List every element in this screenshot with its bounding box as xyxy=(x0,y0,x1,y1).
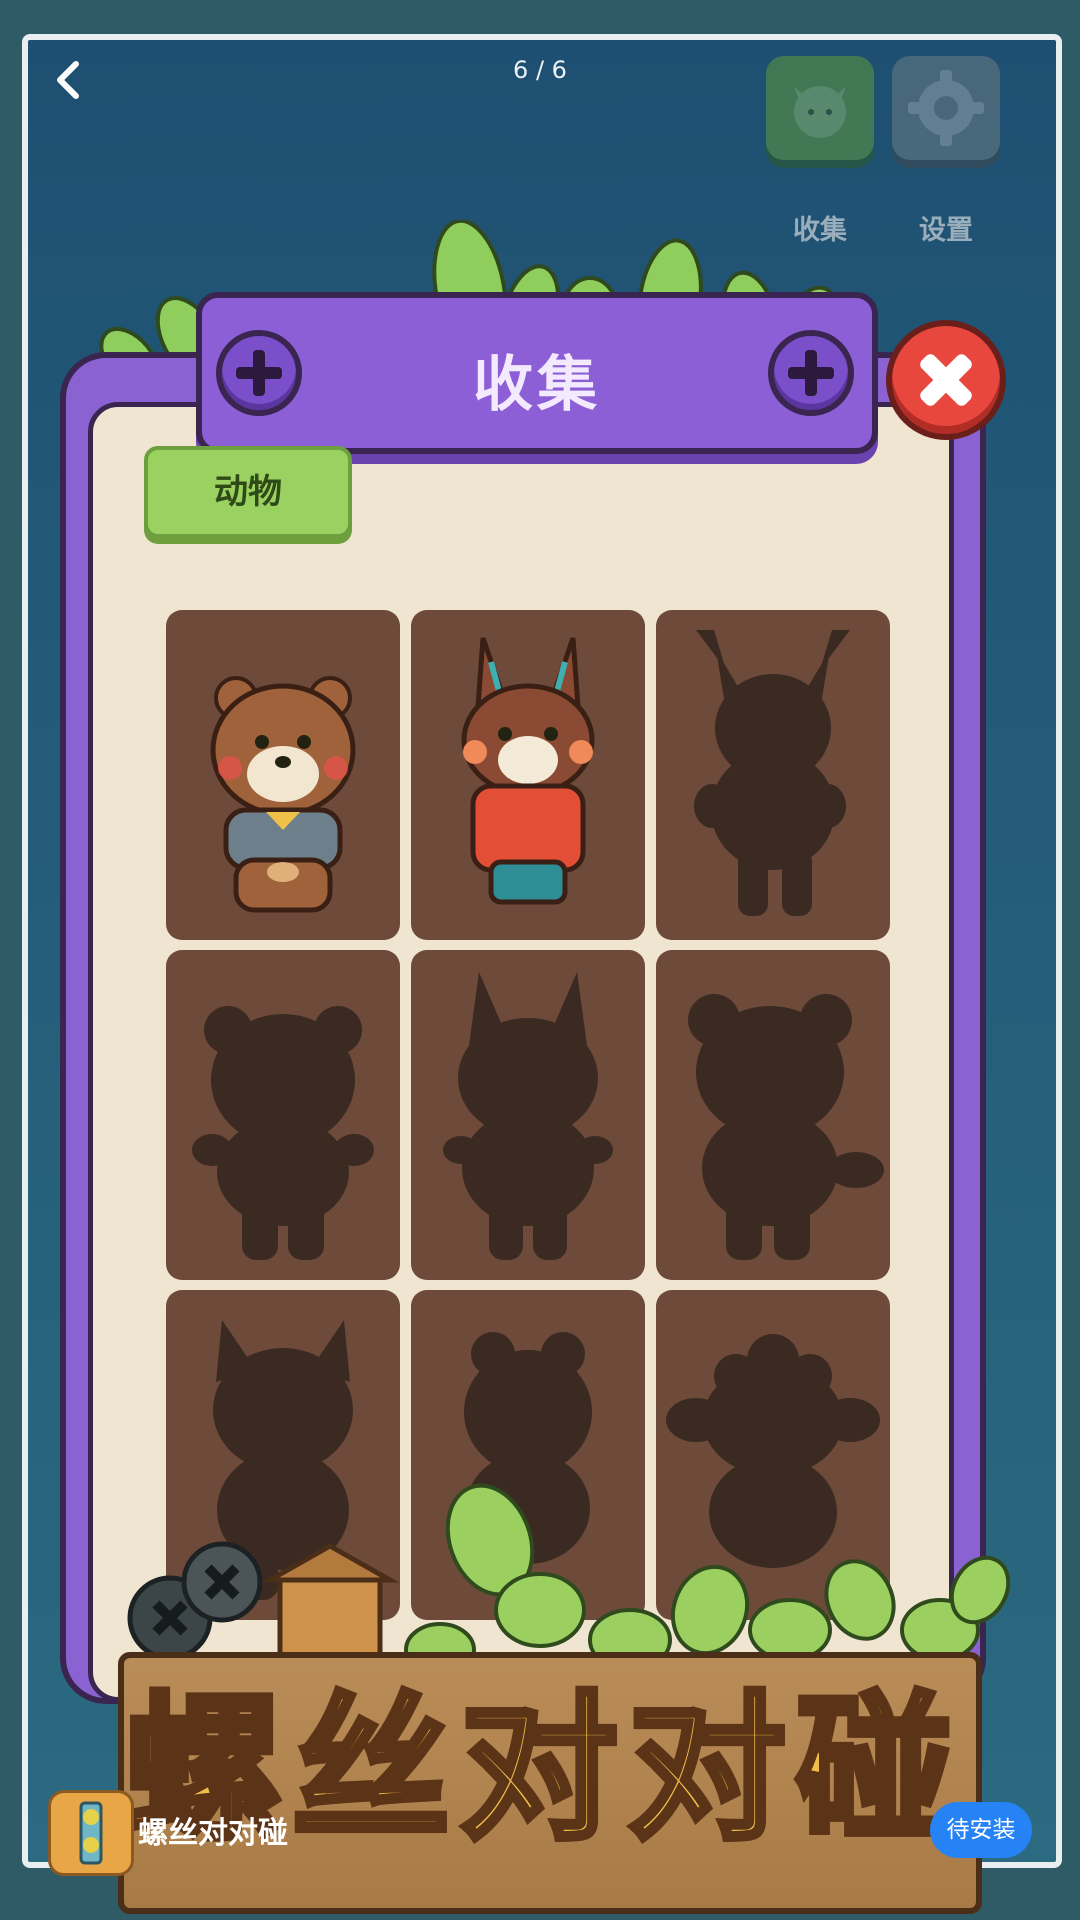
panel-title-bar: 收集 xyxy=(196,292,878,454)
chevron-left-icon xyxy=(57,61,79,99)
card-fox[interactable] xyxy=(411,610,645,940)
card-locked-bear[interactable] xyxy=(166,950,400,1280)
fox-character-icon xyxy=(461,637,595,905)
settings-button[interactable] xyxy=(892,56,1000,168)
card-bear[interactable] xyxy=(166,610,400,940)
bear-silhouette-icon xyxy=(688,994,884,1260)
screws-birdhouse-decoration xyxy=(127,1541,400,1663)
card-locked-bear-2[interactable] xyxy=(656,950,890,1280)
bear-character-icon xyxy=(210,676,356,913)
card-locked-deer[interactable] xyxy=(656,610,890,940)
screw-icon xyxy=(79,1801,103,1865)
bear-silhouette-icon xyxy=(192,1006,374,1260)
cat-face-icon xyxy=(794,86,846,138)
deer-silhouette-icon xyxy=(694,630,850,916)
close-button[interactable] xyxy=(886,320,1006,440)
app-name: 螺丝对对碰 xyxy=(138,1816,288,1851)
gear-icon xyxy=(908,70,984,146)
card-locked-fox[interactable] xyxy=(411,950,645,1280)
tab-animals[interactable]: 动物 xyxy=(144,446,352,538)
page-counter: 6 / 6 xyxy=(513,56,567,84)
fox-silhouette-icon xyxy=(443,972,613,1260)
app-icon xyxy=(48,1790,134,1876)
collect-button[interactable] xyxy=(766,56,874,168)
back-button[interactable] xyxy=(40,50,100,110)
install-button[interactable]: 待安装 xyxy=(930,1802,1032,1858)
screw-icon xyxy=(768,330,854,416)
